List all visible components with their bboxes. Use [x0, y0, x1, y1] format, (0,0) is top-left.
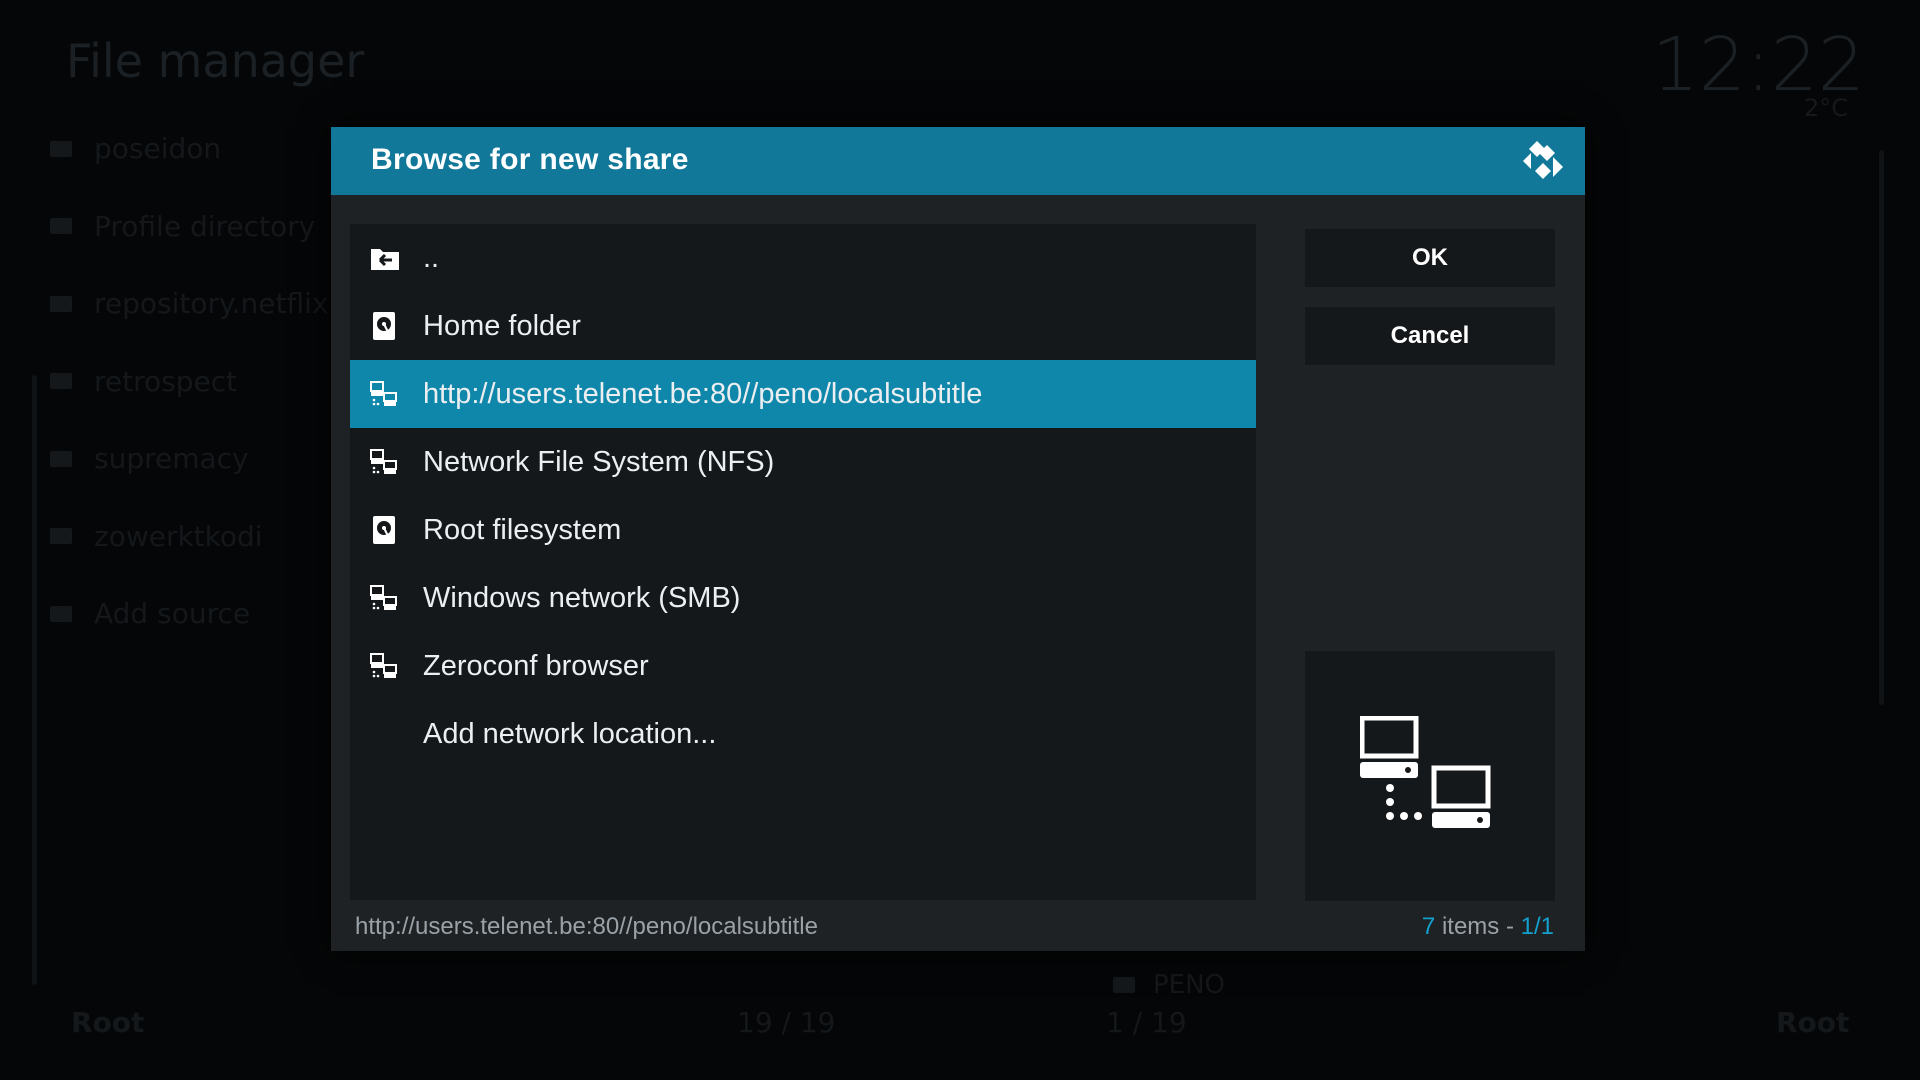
right-pane-label: Root	[1776, 1006, 1850, 1039]
folder-icon	[50, 528, 72, 545]
network-icon	[370, 449, 397, 474]
list-item[interactable]: supremacy	[50, 420, 328, 498]
list-item-label: Home folder	[423, 309, 581, 342]
harddisk-icon	[373, 312, 395, 340]
harddisk-icon	[373, 516, 395, 544]
network-icon	[370, 585, 397, 610]
share-list: .. Home folder http://users.telenet.be:8…	[350, 224, 1256, 900]
left-pane-label: Root	[71, 1006, 145, 1039]
preview-thumbnail	[1305, 651, 1555, 901]
list-item-label: Add network location...	[423, 717, 717, 750]
list-item-parent[interactable]: ..	[350, 224, 1256, 292]
folder-icon	[50, 140, 72, 157]
list-item-selected-url[interactable]: http://users.telenet.be:80//peno/localsu…	[350, 360, 1256, 428]
item-count-text: items -	[1435, 913, 1521, 940]
folder-back-icon	[371, 249, 399, 270]
list-item-label: ..	[423, 241, 440, 274]
list-item-label: Windows network (SMB)	[423, 581, 741, 614]
folder-icon	[50, 218, 72, 235]
list-item[interactable]: poseidon	[50, 110, 328, 188]
list-item-smb[interactable]: Windows network (SMB)	[350, 564, 1256, 632]
dialog-header: Browse for new share	[331, 127, 1585, 195]
cancel-button[interactable]: Cancel	[1305, 307, 1555, 365]
right-pane-count: 1 / 19	[1106, 1006, 1187, 1039]
page-indicator: 1/1	[1520, 913, 1554, 940]
list-item-label: Zeroconf browser	[423, 649, 649, 682]
dialog-title: Browse for new share	[371, 143, 689, 176]
network-computers-icon	[1360, 716, 1491, 828]
weather-temp: 2°C	[1803, 94, 1848, 122]
right-scrollbar[interactable]	[1879, 150, 1884, 705]
list-item[interactable]: Add source	[50, 575, 328, 653]
folder-icon	[50, 450, 72, 467]
list-item[interactable]: zowerktkodi	[50, 498, 328, 576]
kodi-logo-icon	[1523, 141, 1563, 179]
selected-path: http://users.telenet.be:80//peno/localsu…	[355, 913, 818, 940]
list-item-add-network-location[interactable]: Add network location...	[350, 700, 1256, 768]
list-item[interactable]: Profile directory	[50, 188, 328, 266]
ok-button[interactable]: OK	[1305, 229, 1555, 287]
list-item[interactable]: retrospect	[50, 343, 328, 421]
item-count: 7 items - 1/1	[1422, 913, 1554, 941]
list-item-home-folder[interactable]: Home folder	[350, 292, 1256, 360]
list-item-label: http://users.telenet.be:80//peno/localsu…	[423, 377, 983, 410]
left-pane-count: 19 / 19	[737, 1006, 836, 1039]
right-list-item[interactable]: PENO	[1113, 970, 1225, 1000]
page-title: File manager	[66, 34, 365, 88]
folder-icon	[50, 373, 72, 390]
network-icon	[370, 653, 397, 678]
folder-icon	[50, 605, 72, 622]
list-item[interactable]: repository.netflix	[50, 265, 328, 343]
list-item-label: Network File System (NFS)	[423, 445, 775, 478]
left-scrollbar[interactable]	[32, 375, 37, 985]
network-icon	[370, 381, 397, 406]
source-list: poseidon Profile directory repository.ne…	[50, 110, 328, 653]
list-item-zeroconf[interactable]: Zeroconf browser	[350, 632, 1256, 700]
folder-icon	[50, 295, 72, 312]
browse-share-dialog: Browse for new share .. Home folder http…	[331, 127, 1585, 951]
list-item-root-filesystem[interactable]: Root filesystem	[350, 496, 1256, 564]
folder-icon	[1113, 977, 1135, 993]
list-item-nfs[interactable]: Network File System (NFS)	[350, 428, 1256, 496]
item-count-number: 7	[1421, 913, 1436, 940]
list-item-label: Root filesystem	[423, 513, 622, 546]
